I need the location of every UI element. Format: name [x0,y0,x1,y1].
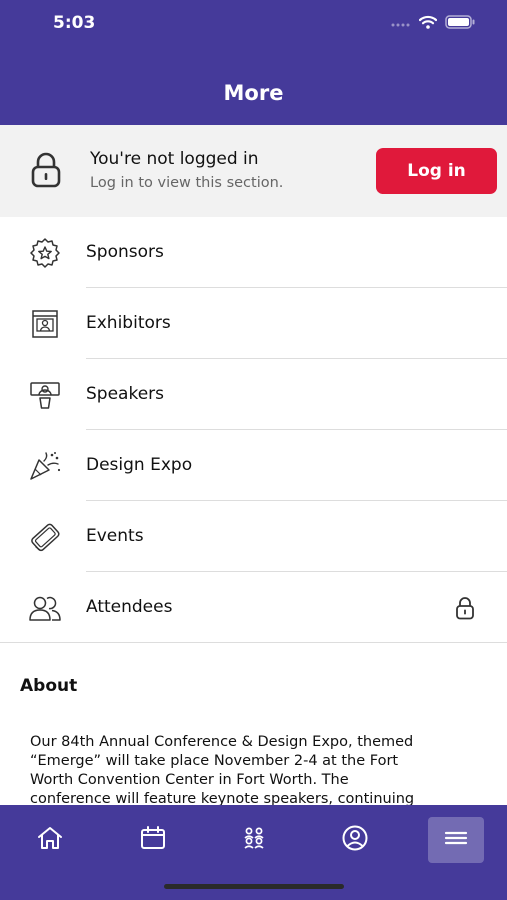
signal-icon [391,14,411,33]
about-heading: About [20,676,78,696]
menu-item-speakers[interactable]: Speakers [0,359,507,430]
log-in-button[interactable]: Log in [376,148,497,194]
people-icon [28,593,62,623]
tab-people[interactable] [226,817,282,863]
status-bar: 5:03 [0,0,507,48]
tab-profile[interactable] [327,817,383,863]
menu-item-sponsors[interactable]: Sponsors [0,217,507,288]
lock-icon [30,152,62,192]
tab-home[interactable] [22,817,78,863]
login-status-subtitle: Log in to view this section. [90,175,284,191]
menu-icon [443,827,469,853]
menu-item-events[interactable]: Events [0,501,507,572]
nav-bar: More [0,48,507,125]
tab-more[interactable] [428,817,484,863]
profile-icon [341,824,369,856]
menu-item-label: Design Expo [86,455,193,475]
about-line: Worth Convention Center in Fort Worth. T… [30,772,349,788]
menu-item-exhibitors[interactable]: Exhibitors [0,288,507,359]
menu-item-attendees[interactable]: Attendees [0,572,507,643]
about-line: Our 84th Annual Conference & Design Expo… [30,734,414,750]
home-icon [36,825,64,855]
about-description: Our 84th Annual Conference & Design Expo… [30,733,480,809]
menu-item-label: Sponsors [86,242,164,262]
home-indicator [164,884,344,889]
status-time: 5:03 [53,13,96,33]
login-banner: You're not logged in Log in to view this… [0,125,507,217]
battery-icon [445,14,475,33]
booth-icon [28,309,62,339]
menu-item-label: Attendees [86,597,173,617]
podium-speaker-icon [28,380,62,410]
lock-icon [455,596,475,624]
login-status-title: You're not logged in [90,149,259,169]
menu-item-label: Events [86,526,144,546]
party-popper-icon [28,451,62,481]
tab-schedule[interactable] [125,817,181,863]
status-icons [391,14,475,33]
about-line: “Emerge” will take place November 2-4 at… [30,753,399,769]
menu-item-label: Exhibitors [86,313,171,333]
badge-star-icon [28,238,62,268]
calendar-icon [139,825,167,855]
divider [0,642,507,643]
page-title: More [223,81,284,105]
menu-item-design-expo[interactable]: Design Expo [0,430,507,501]
menu-list: Sponsors Exhibitors Speakers Design Expo… [0,217,507,643]
wifi-icon [418,14,438,33]
ticket-icon [28,522,62,552]
menu-item-label: Speakers [86,384,165,404]
people-group-icon [240,825,268,855]
